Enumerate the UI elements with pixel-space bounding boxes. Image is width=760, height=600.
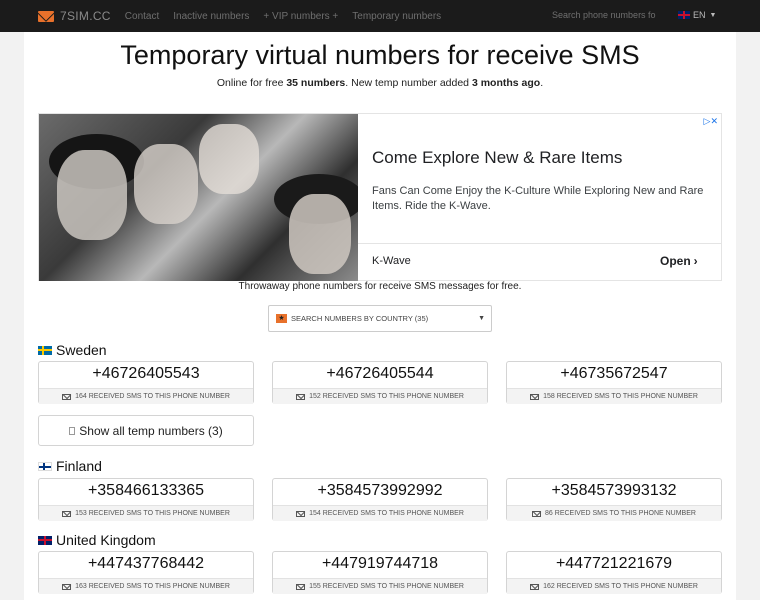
ad-open-label: Open [660,254,691,268]
envelope-icon [38,10,54,22]
finland-flag-icon [38,461,52,471]
envelope-icon [296,510,306,517]
envelope-icon [62,393,72,400]
number-footer: 163 RECEIVED SMS TO THIS PHONE NUMBER [39,578,253,594]
sms-count: 162 RECEIVED SMS TO THIS PHONE NUMBER [543,583,698,590]
country-select-dropdown[interactable]: ★ SEARCH NUMBERS BY COUNTRY (35) ▼ [268,305,492,332]
sms-count: 154 RECEIVED SMS TO THIS PHONE NUMBER [309,510,464,517]
envelope-icon [296,393,306,400]
envelope-icon [530,393,540,400]
ad-divider [358,243,722,244]
phone-number[interactable]: +46726405544 [273,365,487,383]
language-label: EN [693,10,706,20]
number-card[interactable]: +46735672547 158 RECEIVED SMS TO THIS PH… [506,361,722,404]
uk-flag-icon [678,11,690,19]
search-input[interactable]: Search phone numbers fo [552,10,656,20]
subtitle-time: 3 months ago [471,77,541,89]
number-card[interactable]: +46726405543 164 RECEIVED SMS TO THIS PH… [38,361,254,404]
country-heading-finland: Finland [38,458,102,474]
ad-close-icon[interactable]: ▷✕ [704,116,718,127]
show-all-label: Show all temp numbers (3) [79,423,223,438]
number-footer: 86 RECEIVED SMS TO THIS PHONE NUMBER [507,505,721,521]
number-card[interactable]: +3584573992992 154 RECEIVED SMS TO THIS … [272,478,488,521]
sms-count: 152 RECEIVED SMS TO THIS PHONE NUMBER [309,393,464,400]
nav-link-vip-numbers[interactable]: + VIP numbers + [263,11,338,22]
page-title: Temporary virtual numbers for receive SM… [120,40,640,70]
nav-link-temporary-numbers[interactable]: Temporary numbers [352,11,441,22]
phone-number[interactable]: +3584573992992 [273,482,487,500]
number-card[interactable]: +447919744718 155 RECEIVED SMS TO THIS P… [272,551,488,594]
ad-open-button[interactable]: Open › [660,254,698,268]
ad-description: Fans Can Come Enjoy the K-Culture While … [372,185,704,212]
number-footer: 154 RECEIVED SMS TO THIS PHONE NUMBER [273,505,487,521]
number-footer: 158 RECEIVED SMS TO THIS PHONE NUMBER [507,388,721,404]
subtitle-count: 35 numbers [286,77,346,89]
page-subtitle: Online for free 35 numbers. New temp num… [0,77,760,89]
tagline: Throwaway phone numbers for receive SMS … [238,281,522,292]
ad-image[interactable] [39,114,358,281]
envelope-icon [530,583,540,590]
number-footer: 162 RECEIVED SMS TO THIS PHONE NUMBER [507,578,721,594]
nav-link-inactive-numbers[interactable]: Inactive numbers [173,11,249,22]
sms-count: 158 RECEIVED SMS TO THIS PHONE NUMBER [543,393,698,400]
number-card[interactable]: +46726405544 152 RECEIVED SMS TO THIS PH… [272,361,488,404]
country-name: Finland [56,458,102,474]
phone-number[interactable]: +3584573993132 [507,482,721,500]
phone-number[interactable]: +46735672547 [507,365,721,383]
envelope-icon [62,583,72,590]
phone-number[interactable]: +358466133365 [39,482,253,500]
subtitle-suffix: . [540,77,544,89]
sms-count: 164 RECEIVED SMS TO THIS PHONE NUMBER [75,393,230,400]
chevron-right-icon: › [693,254,698,268]
country-select-label: SEARCH NUMBERS BY COUNTRY (35) [291,314,429,323]
envelope-icon [532,510,542,517]
ad-title[interactable]: Come Explore New & Rare Items [372,148,622,168]
phone-number[interactable]: +46726405543 [39,365,253,383]
brand-name: 7SIM.CC [60,9,111,23]
number-card[interactable]: +447437768442 163 RECEIVED SMS TO THIS P… [38,551,254,594]
number-card[interactable]: +358466133365 153 RECEIVED SMS TO THIS P… [38,478,254,521]
nav-link-contact[interactable]: Contact [125,11,159,22]
number-card[interactable]: +447721221679 162 RECEIVED SMS TO THIS P… [506,551,722,594]
phone-number[interactable]: +447721221679 [507,555,721,573]
number-card[interactable]: +3584573993132 86 RECEIVED SMS TO THIS P… [506,478,722,521]
box-icon [69,426,76,435]
phone-number[interactable]: +447437768442 [39,555,253,573]
uk-flag-icon [38,535,52,545]
top-navbar: 7SIM.CC Contact Inactive numbers + VIP n… [0,0,760,32]
subtitle-mid: . New temp number added [345,77,472,89]
number-footer: 155 RECEIVED SMS TO THIS PHONE NUMBER [273,578,487,594]
star-icon: ★ [276,314,287,323]
country-heading-united-kingdom: United Kingdom [38,532,156,548]
envelope-icon [62,510,72,517]
subtitle-prefix: Online for free [216,77,287,89]
number-footer: 164 RECEIVED SMS TO THIS PHONE NUMBER [39,388,253,404]
advertisement[interactable]: ▷✕ Come Explore New & Rare Items Fans Ca… [38,113,722,281]
sms-count: 163 RECEIVED SMS TO THIS PHONE NUMBER [75,583,230,590]
country-name: Sweden [56,342,107,358]
sweden-flag-icon [38,345,52,355]
country-heading-sweden: Sweden [38,342,107,358]
sms-count: 153 RECEIVED SMS TO THIS PHONE NUMBER [75,510,230,517]
sms-count: 155 RECEIVED SMS TO THIS PHONE NUMBER [309,583,464,590]
sms-count: 86 RECEIVED SMS TO THIS PHONE NUMBER [545,510,696,517]
show-all-button[interactable]: Show all temp numbers (3) [38,415,254,446]
country-name: United Kingdom [56,532,156,548]
ad-brand: K-Wave [372,255,411,267]
language-selector[interactable]: EN ▼ [678,10,716,20]
caret-down-icon: ▼ [709,11,717,19]
envelope-icon [296,583,306,590]
number-footer: 153 RECEIVED SMS TO THIS PHONE NUMBER [39,505,253,521]
number-footer: 152 RECEIVED SMS TO THIS PHONE NUMBER [273,388,487,404]
brand-logo[interactable]: 7SIM.CC [38,9,111,23]
caret-down-icon: ▼ [478,315,485,322]
phone-number[interactable]: +447919744718 [273,555,487,573]
